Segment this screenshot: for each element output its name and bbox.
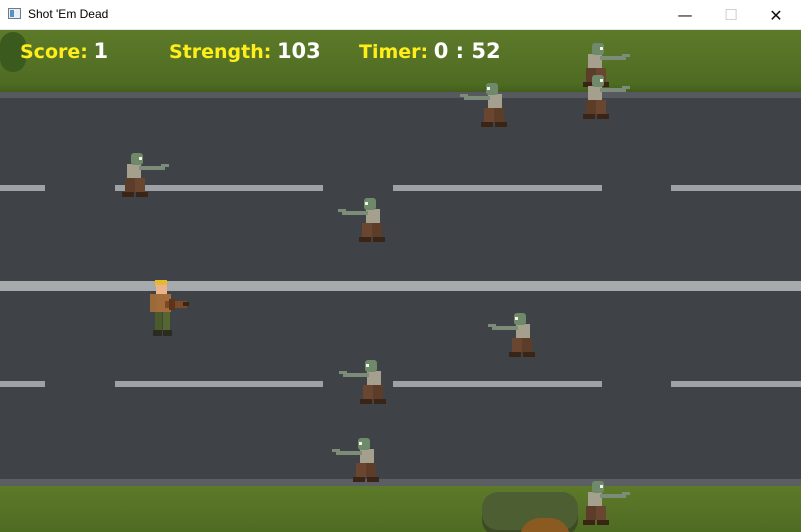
strength-label: Strength: xyxy=(169,41,272,63)
zombie-sprite xyxy=(332,438,379,482)
zombie-sprite xyxy=(583,481,630,525)
timer-value: 0 : 52 xyxy=(433,39,501,63)
lane-dash xyxy=(115,381,323,387)
app-icon xyxy=(8,8,21,19)
zombie-sprite xyxy=(122,153,169,197)
timer-display: Timer: 0 : 52 xyxy=(359,39,501,63)
window-titlebar[interactable]: Shot 'Em Dead — ☐ ✕ xyxy=(0,0,801,30)
score-display: Score: 1 xyxy=(20,39,108,63)
lane-dash xyxy=(671,381,801,387)
maximize-button[interactable]: ☐ xyxy=(708,0,754,30)
minimize-button[interactable]: — xyxy=(662,0,708,30)
score-label: Score: xyxy=(20,41,88,63)
grass-bottom xyxy=(0,486,801,532)
center-line xyxy=(0,281,801,291)
lane-dash xyxy=(0,381,45,387)
strength-display: Strength: 103 xyxy=(169,39,321,63)
lane-dash xyxy=(0,185,45,191)
timer-label: Timer: xyxy=(359,41,429,63)
strength-value: 103 xyxy=(276,39,321,63)
close-button[interactable]: ✕ xyxy=(753,0,799,30)
zombie-sprite xyxy=(583,75,630,119)
zombie-sprite xyxy=(339,360,386,404)
lane-dash xyxy=(393,381,602,387)
zombie-sprite xyxy=(338,198,385,242)
score-value: 1 xyxy=(93,39,109,63)
game-canvas[interactable]: Score: 1 Strength: 103 Timer: 0 : 52 xyxy=(0,30,801,532)
window-title: Shot 'Em Dead xyxy=(28,7,109,21)
player-soldier-sprite xyxy=(150,280,189,336)
lane-dash xyxy=(671,185,801,191)
zombie-sprite xyxy=(488,313,535,357)
lane-dash xyxy=(393,185,602,191)
zombie-sprite xyxy=(460,83,507,127)
